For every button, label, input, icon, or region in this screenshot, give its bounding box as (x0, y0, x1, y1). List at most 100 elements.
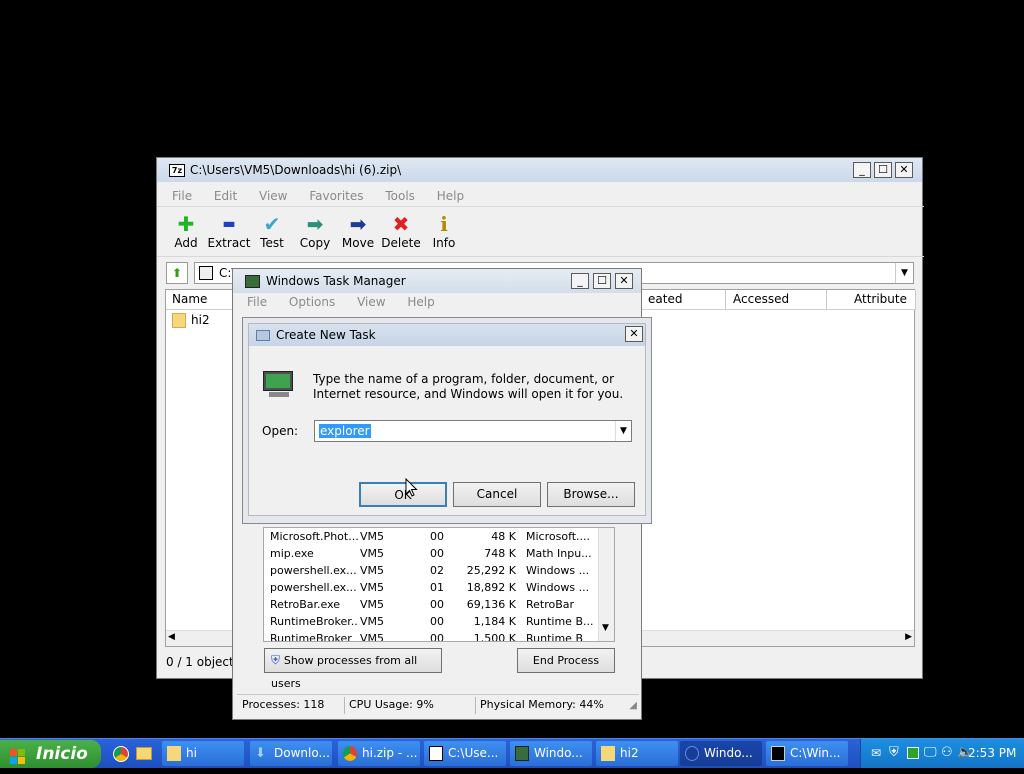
dropdown-arrow-icon[interactable]: ▼ (895, 263, 913, 283)
delete-button[interactable]: ✖ Delete (379, 212, 423, 250)
process-list[interactable]: Microsoft.Phot... VM5 00 48 K Microsoft.… (263, 527, 615, 642)
process-user: VM5 (360, 615, 385, 628)
run-icon (256, 329, 270, 341)
download-icon: ⬇ (255, 746, 266, 761)
item-name: hi2 (191, 313, 210, 327)
add-button[interactable]: ✚ Add (164, 212, 208, 250)
system-tray: ✉ ⛨ 🖵 ⚇ 🔈 2:53 PM (860, 739, 1024, 768)
table-row[interactable]: powershell.ex... VM5 02 25,292 K Windows… (264, 562, 599, 579)
table-row[interactable]: RetroBar.exe VM5 00 69,136 K RetroBar (264, 596, 599, 613)
status-cpu: CPU Usage: 9% (349, 698, 434, 711)
process-name: RuntimeBroker (270, 632, 352, 642)
maximize-button[interactable]: ☐ (593, 273, 611, 289)
taskmgr-status-bar: Processes: 118 CPU Usage: 9% Physical Me… (237, 694, 639, 716)
process-cpu: 00 (430, 530, 444, 543)
table-row[interactable]: Microsoft.Phot... VM5 00 48 K Microsoft.… (264, 528, 599, 545)
menu-edit[interactable]: Edit (214, 189, 237, 203)
copy-button[interactable]: ➡ Copy (293, 212, 337, 250)
clock[interactable]: 2:53 PM (968, 746, 1016, 760)
file-explorer-icon[interactable] (136, 747, 152, 760)
start-button[interactable]: Inicio (0, 740, 101, 768)
table-row[interactable]: RuntimeBroker VM5 00 1,500 K Runtime B (264, 630, 599, 642)
open-combobox[interactable]: explorer ▼ (314, 420, 632, 442)
menu-help[interactable]: Help (407, 295, 434, 309)
table-row[interactable]: mip.exe VM5 00 748 K Math Inpu... (264, 545, 599, 562)
zip-menubar: File Edit View Favorites Tools Help (172, 189, 482, 203)
up-arrow-icon: ⬆ (171, 266, 183, 280)
taskbar-item-task-manager[interactable]: Windo... (510, 741, 592, 766)
process-description: RetroBar (526, 598, 575, 611)
process-memory: 69,136 K (466, 598, 516, 611)
taskbar-item-7zip[interactable]: C:\Use... (424, 741, 506, 766)
move-button[interactable]: ➡ Move (336, 212, 380, 250)
taskbar-item-windows-active[interactable]: Windo... (680, 741, 762, 766)
create-task-description: Type the name of a program, folder, docu… (313, 372, 624, 401)
taskbar-item-downloads[interactable]: ⬇ Downlo... (250, 741, 332, 766)
process-name: powershell.ex... (270, 564, 357, 577)
taskbar-item-chrome[interactable]: hi.zip - ... (338, 741, 420, 766)
show-all-processes-button[interactable]: ⛨ Show processes from all users (264, 648, 442, 690)
column-attributes[interactable]: Attribute (828, 290, 916, 309)
vertical-scrollbar[interactable]: ▼ (598, 528, 614, 641)
taskbar-item-label: C:\Use... (448, 746, 499, 760)
create-task-titlebar[interactable]: Create New Task (249, 324, 645, 346)
info-button[interactable]: i Info (422, 212, 466, 250)
taskbar-item-hi[interactable]: hi (162, 741, 244, 766)
column-created[interactable]: eated (642, 290, 726, 309)
chrome-icon[interactable] (113, 746, 129, 762)
plus-icon: ✚ (177, 212, 195, 236)
computer-icon (263, 371, 295, 399)
process-cpu: 00 (430, 632, 444, 642)
extract-button[interactable]: ▬ Extract (207, 212, 251, 250)
monitor-icon[interactable]: 🖵 (924, 745, 937, 760)
column-accessed[interactable]: Accessed (727, 290, 827, 309)
up-folder-button[interactable]: ⬆ (166, 262, 188, 284)
minimize-button[interactable]: _ (853, 162, 871, 178)
menu-tools[interactable]: Tools (385, 189, 415, 203)
cancel-button[interactable]: Cancel (453, 482, 541, 507)
connections-icon[interactable]: ⚇ (941, 745, 953, 760)
menu-file[interactable]: File (172, 189, 192, 203)
chrome-icon (343, 746, 357, 761)
browse-button[interactable]: Browse... (547, 482, 635, 507)
scroll-down-icon[interactable]: ▼ (602, 623, 609, 633)
process-cpu: 02 (430, 564, 444, 577)
table-row[interactable]: RuntimeBroker... VM5 00 1,184 K Runtime … (264, 613, 599, 630)
menu-help[interactable]: Help (437, 189, 464, 203)
table-row[interactable]: powershell.ex... VM5 01 18,892 K Windows… (264, 579, 599, 596)
minus-icon: ▬ (222, 216, 236, 232)
end-process-button[interactable]: End Process (517, 648, 615, 673)
open-label: Open: (262, 424, 299, 438)
taskbar-item-hi2[interactable]: hi2 (596, 741, 678, 766)
network-icon[interactable]: ✉ (871, 746, 881, 760)
info-icon: i (440, 212, 448, 236)
menu-view[interactable]: View (259, 189, 287, 203)
menu-options[interactable]: Options (289, 295, 335, 309)
taskbar-item-cmd[interactable]: C:\Win... (766, 741, 848, 766)
shield-icon[interactable]: ⛨ (889, 745, 899, 760)
menu-favorites[interactable]: Favorites (309, 189, 363, 203)
process-cpu: 00 (430, 615, 444, 628)
process-description: Windows ... (526, 564, 590, 577)
process-user: VM5 (360, 598, 385, 611)
close-button[interactable]: ✕ (615, 273, 633, 289)
menu-view[interactable]: View (357, 295, 385, 309)
menu-file[interactable]: File (247, 295, 267, 309)
minimize-button[interactable]: _ (571, 273, 589, 289)
resize-grip-icon[interactable]: ◢ (629, 700, 637, 711)
folder-icon (172, 313, 186, 328)
move-label: Move (341, 236, 375, 250)
security-center-icon[interactable] (907, 747, 919, 759)
scroll-left-icon[interactable]: ◀ (168, 632, 175, 642)
maximize-button[interactable]: ☐ (874, 162, 892, 178)
shield-icon: ⛨ (271, 653, 281, 667)
dropdown-arrow-icon[interactable]: ▼ (615, 421, 631, 441)
ok-button[interactable]: OK (359, 482, 447, 507)
close-button[interactable]: ✕ (895, 162, 913, 178)
zip-titlebar[interactable]: 7z C:\Users\VM5\Downloads\hi (6).zip\ (157, 158, 922, 182)
test-button[interactable]: ✔ Test (250, 212, 294, 250)
process-memory: 748 K (484, 547, 516, 560)
open-input[interactable]: explorer (319, 424, 371, 438)
close-button[interactable]: ✕ (625, 326, 643, 342)
scroll-right-icon[interactable]: ▶ (905, 632, 912, 642)
